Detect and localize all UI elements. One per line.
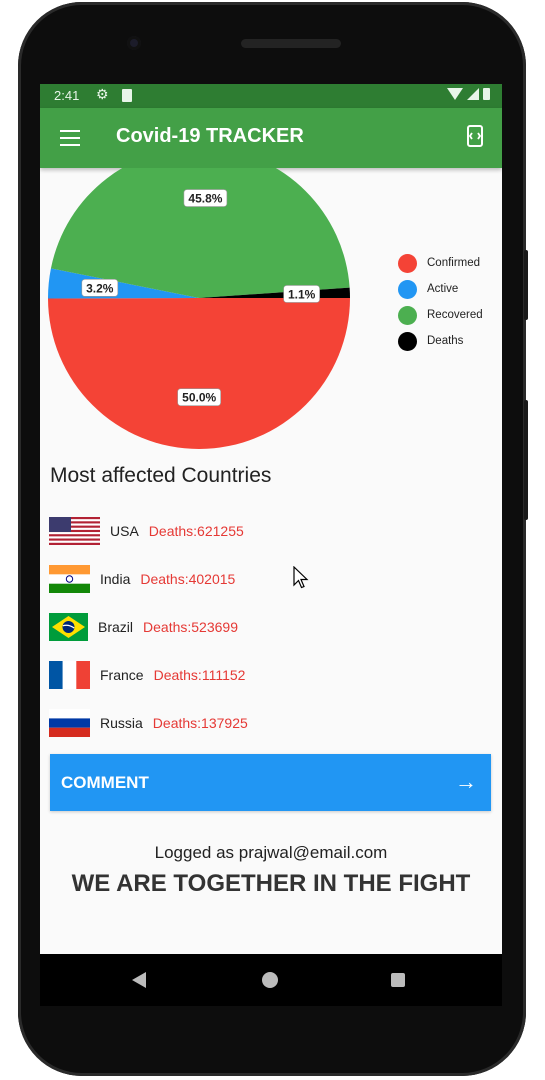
legend-item-recovered: Recovered: [398, 302, 483, 328]
india-flag-icon: [49, 565, 90, 593]
deaths-count: Deaths:621255: [148, 523, 244, 539]
deaths-count: Deaths:137925: [152, 715, 248, 731]
deaths-count: Deaths:523699: [143, 619, 238, 635]
legend-label: Confirmed: [427, 257, 481, 269]
legend-item-confirmed: Confirmed: [398, 250, 483, 276]
menu-icon[interactable]: [60, 130, 80, 146]
deaths-count: Deaths:402015: [140, 571, 236, 587]
pie-label-text: 1.1%: [288, 287, 316, 301]
front-camera: [127, 36, 141, 50]
legend-dot-confirmed: [398, 253, 417, 273]
arrow-right-icon: →: [455, 769, 477, 794]
country-name: Brazil: [98, 619, 134, 635]
country-row-brazil: Brazil Deaths:523699: [49, 612, 238, 642]
country-row-russia: Russia Deaths:137925: [49, 708, 248, 738]
battery-icon: [483, 88, 490, 100]
legend-dot-recovered: [398, 305, 417, 325]
pie-data-label: 45.8%: [183, 189, 228, 207]
mouse-cursor-icon: [293, 565, 309, 595]
pie-data-label: 1.1%: [283, 285, 320, 303]
logged-in-user: Logged as prajwal@email.com: [154, 843, 388, 862]
legend-item-deaths: Deaths: [398, 328, 483, 354]
system-nav-bar: [40, 954, 502, 1006]
country-row-france: France Deaths:111152: [49, 660, 245, 690]
pie-label-text: 50.0%: [182, 391, 216, 405]
country-name: India: [100, 571, 131, 587]
legend-dot-deaths: [398, 331, 417, 351]
wifi-icon: [447, 88, 463, 100]
comment-button[interactable]: COMMENT →: [50, 754, 491, 811]
sd-card-icon: [122, 89, 132, 102]
section-title: Most affected Countries: [50, 464, 272, 487]
russia-flag-icon: [49, 709, 90, 737]
pie-slice-confirmed: [48, 298, 351, 449]
pie-data-label: 3.2%: [81, 279, 119, 297]
country-row-usa: USA Deaths:621255: [49, 516, 244, 546]
slogan-text: WE ARE TOGETHER IN THE FIGHT: [71, 870, 471, 897]
deaths-count: Deaths:111152: [153, 667, 246, 683]
app-bar: Covid-19 TRACKER: [40, 108, 502, 168]
home-icon[interactable]: [262, 972, 278, 988]
france-flag-icon: [49, 661, 90, 689]
brazil-flag-icon: [49, 613, 88, 641]
chart-legend: Confirmed Active Recovered Deaths: [398, 250, 483, 354]
app-title: Covid-19 TRACKER: [116, 125, 304, 147]
country-name: France: [100, 667, 144, 683]
earpiece-speaker: [241, 39, 341, 48]
legend-label: Recovered: [427, 309, 483, 321]
comment-button-label: COMMENT: [61, 773, 149, 792]
gear-icon: ⚙: [96, 86, 109, 102]
recents-icon[interactable]: [391, 973, 405, 987]
screen-rotation-icon[interactable]: [465, 124, 485, 148]
legend-label: Active: [427, 283, 459, 295]
country-name: USA: [110, 523, 139, 539]
country-name: Russia: [100, 715, 143, 731]
pie-chart: 50.0% 3.2% 45.8% 1.1%: [40, 147, 360, 458]
back-icon[interactable]: [132, 972, 146, 988]
pie-label-text: 3.2%: [86, 281, 114, 295]
app-screen: 2:41 ⚙ Covid-19 TRACKER 50.0% 3.2% 45.8% 1.…: [40, 84, 502, 954]
volume-button: [524, 250, 528, 320]
legend-dot-active: [398, 279, 417, 299]
pie-data-label: 50.0%: [177, 388, 221, 406]
pie-chart-svg: 50.0% 3.2% 45.8% 1.1%: [48, 147, 351, 449]
status-time: 2:41: [54, 88, 80, 103]
main-content: 50.0% 3.2% 45.8% 1.1% Confirmed Active Reco…: [40, 147, 502, 954]
power-button: [524, 400, 528, 520]
legend-label: Deaths: [427, 335, 464, 347]
signal-icon: [467, 88, 479, 100]
usa-flag-icon: [49, 517, 100, 545]
country-row-india: India Deaths:402015: [49, 564, 235, 594]
legend-item-active: Active: [398, 276, 483, 302]
status-bar: 2:41 ⚙: [40, 84, 502, 108]
pie-label-text: 45.8%: [188, 192, 222, 206]
